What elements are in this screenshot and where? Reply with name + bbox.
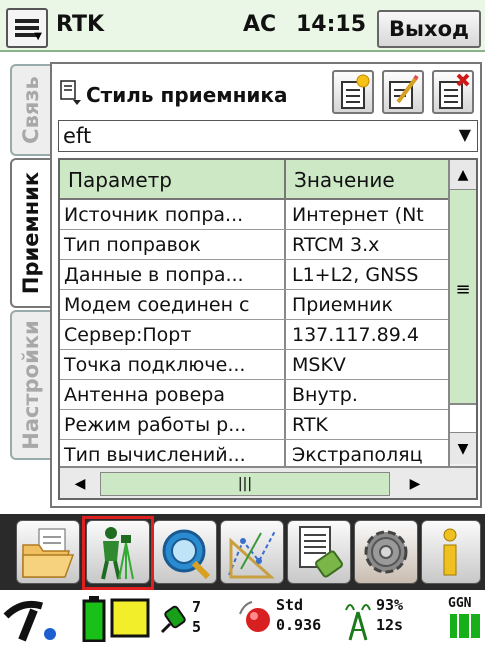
parameter-cell: Данные в попра... xyxy=(60,260,286,289)
scroll-up-arrow-icon[interactable]: ▲ xyxy=(450,160,476,190)
exit-button[interactable]: Выход xyxy=(377,10,481,48)
start-menu-icon xyxy=(15,19,39,23)
cogo-icon xyxy=(228,530,276,579)
table-row[interactable]: Модем соединен с Приемник xyxy=(60,290,448,320)
parameter-cell: Антенна ровера xyxy=(60,380,286,409)
table-row[interactable]: Данные в попра... L1+L2, GNSS xyxy=(60,260,448,290)
value-cell: MSKV xyxy=(292,354,346,376)
value-cell: L1+L2, GNSS xyxy=(292,264,419,286)
settings-button[interactable] xyxy=(354,520,418,584)
horizontal-scrollbar[interactable]: ◀ ||| ▶ xyxy=(60,466,476,498)
chevron-down-icon: ▼ xyxy=(34,31,42,42)
scroll-right-arrow-icon[interactable]: ▶ xyxy=(400,474,430,494)
bluetooth-icon xyxy=(44,628,56,640)
parameter-cell: Точка подключе... xyxy=(60,350,286,379)
files-button[interactable] xyxy=(16,520,80,584)
gps-satellite-count: 7 xyxy=(192,598,202,616)
value-cell: RTCM 3.x xyxy=(292,234,380,256)
new-style-icon xyxy=(341,74,370,109)
scroll-left-arrow-icon[interactable]: ◀ xyxy=(68,474,92,494)
table-row[interactable]: Тип поправок RTCM 3.x xyxy=(60,230,448,260)
screen: { "titlebar": { "title": "RTK", "status"… xyxy=(0,0,485,647)
value-cell: 137.117.89.4 xyxy=(292,324,419,346)
tab-receiver-label: Приемник xyxy=(19,171,43,295)
value-cell: Приемник xyxy=(292,294,393,316)
ggn-label: GGN xyxy=(448,596,472,611)
parameters-table: Параметр Значение Источник попра... Интер… xyxy=(58,158,478,500)
style-icon xyxy=(60,80,81,105)
clock[interactable]: 14:15 xyxy=(296,12,366,37)
gear-icon xyxy=(364,530,408,574)
horizontal-scroll-thumb[interactable]: ||| xyxy=(100,472,390,496)
tab-receiver[interactable]: Приемник xyxy=(10,158,50,308)
table-row[interactable]: Сервер:Порт 137.117.89.4 xyxy=(60,320,448,350)
edit-style-icon xyxy=(389,74,419,109)
radio-icon[interactable] xyxy=(340,596,376,642)
parameter-cell: Режим работы р... xyxy=(60,410,286,439)
vertical-scroll-thumb[interactable]: ≡ xyxy=(450,190,476,405)
delete-style-button[interactable] xyxy=(432,70,474,114)
style-select[interactable]: eft ▼ xyxy=(58,120,478,152)
parameter-cell: Сервер:Порт xyxy=(60,320,286,349)
tab-connection-label: Связь xyxy=(19,76,44,144)
signal-bars[interactable] xyxy=(450,614,480,638)
table-row[interactable]: Режим работы р... RTK xyxy=(60,410,448,440)
delete-style-icon xyxy=(439,73,470,109)
gnss-receiver-icon[interactable] xyxy=(2,596,66,644)
battery-icon[interactable] xyxy=(82,596,106,642)
column-header-parameter[interactable]: Параметр xyxy=(60,160,286,198)
battery-icon[interactable] xyxy=(110,598,150,638)
receiver-panel: Стиль приемника eft ▼ Параметр Значение … xyxy=(50,62,482,508)
parameter-cell: Тип вычислений... xyxy=(60,440,286,466)
parameter-cell: Тип поправок xyxy=(60,230,286,259)
glonass-satellite-count: 5 xyxy=(192,618,202,636)
precision-value: 0.936 xyxy=(276,616,322,634)
vertical-scroll-track[interactable] xyxy=(450,405,476,432)
antenna-icon[interactable] xyxy=(238,600,274,636)
app-title: RTK xyxy=(56,12,105,37)
parameter-cell: Источник попра... xyxy=(60,200,286,229)
chevron-down-icon[interactable]: ▼ xyxy=(459,125,471,144)
info-button[interactable] xyxy=(421,520,481,584)
cogo-button[interactable] xyxy=(220,520,284,584)
search-button[interactable] xyxy=(153,520,217,584)
column-header-value[interactable]: Значение xyxy=(286,160,448,198)
power-status: AC xyxy=(243,12,277,37)
status-bar: 7 5 Std 0.936 93% 12s GGN xyxy=(0,592,485,647)
parameter-cell: Модем соединен с xyxy=(60,290,286,319)
magnifier-icon xyxy=(162,529,211,580)
link-quality: 93% xyxy=(376,596,404,614)
info-icon xyxy=(443,528,457,576)
table-header: Параметр Значение xyxy=(60,160,448,200)
title-bar: ▼ RTK AC 14:15 Выход xyxy=(0,0,485,52)
solution-type: Std xyxy=(276,596,304,614)
value-cell: Внутр. xyxy=(292,384,358,406)
satellite-icon[interactable] xyxy=(160,598,190,638)
new-style-button[interactable] xyxy=(332,70,374,114)
table-row[interactable]: Антенна ровера Внутр. xyxy=(60,380,448,410)
bottom-toolbar xyxy=(0,514,485,590)
table-row[interactable]: Источник попра... Интернет (Nt xyxy=(60,200,448,230)
table-row[interactable]: Тип вычислений... Экстраполяц xyxy=(60,440,448,466)
start-menu-button[interactable]: ▼ xyxy=(6,8,48,48)
scroll-down-arrow-icon[interactable]: ▼ xyxy=(450,432,476,464)
edit-style-button[interactable] xyxy=(382,70,424,114)
table-body: Источник попра... Интернет (Nt Тип поправ… xyxy=(60,200,448,466)
survey-button-highlight xyxy=(82,516,154,590)
tab-settings[interactable]: Настройки xyxy=(10,310,50,460)
panel-title: Стиль приемника xyxy=(86,83,288,107)
folder-icon xyxy=(22,528,75,578)
vertical-scrollbar[interactable]: ▲ ≡ ▼ xyxy=(448,160,476,466)
tab-settings-label: Настройки xyxy=(19,320,44,450)
value-cell: Экстраполяц xyxy=(292,444,423,466)
tab-connection[interactable]: Связь xyxy=(10,64,50,156)
correction-age: 12s xyxy=(376,616,404,634)
table-row[interactable]: Точка подключе... MSKV xyxy=(60,350,448,380)
data-icon xyxy=(299,526,343,578)
value-cell: Интернет (Nt xyxy=(292,204,424,226)
data-button[interactable] xyxy=(287,520,351,584)
style-select-value: eft xyxy=(63,124,92,148)
value-cell: RTK xyxy=(292,414,328,436)
